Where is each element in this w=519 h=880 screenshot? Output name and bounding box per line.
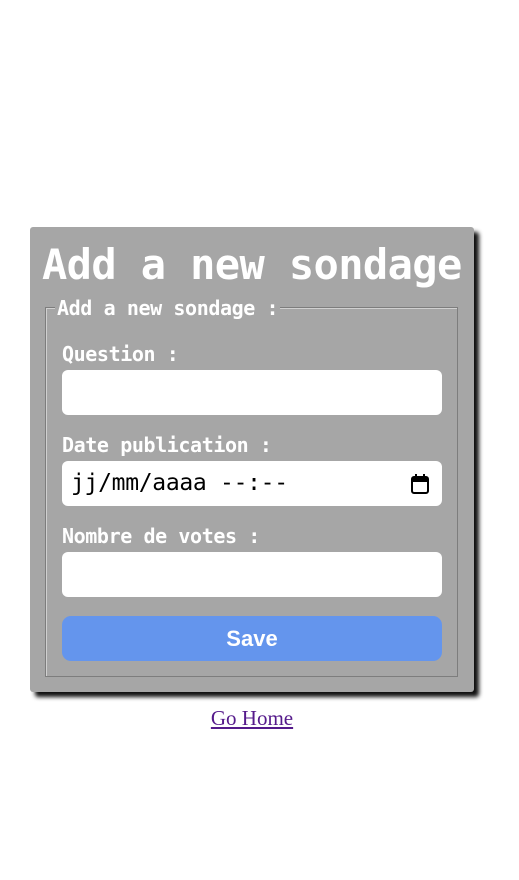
date-publication-input[interactable]: jj/mm/aaaa --:--	[62, 461, 442, 506]
save-button[interactable]: Save	[62, 616, 442, 661]
go-home-container: Go Home	[0, 705, 504, 731]
nombre-de-votes-label: Nombre de votes :	[62, 524, 260, 548]
calendar-icon[interactable]	[411, 474, 429, 494]
fieldset-legend: Add a new sondage :	[55, 295, 281, 321]
question-input[interactable]	[62, 370, 442, 415]
nombre-de-votes-input[interactable]	[62, 552, 442, 597]
date-publication-label: Date publication :	[62, 433, 272, 457]
date-publication-placeholder: jj/mm/aaaa --:--	[71, 470, 288, 496]
sondage-form-card: Add a new sondage Add a new sondage : Qu…	[30, 227, 474, 692]
question-label: Question :	[62, 342, 179, 366]
page-title: Add a new sondage	[42, 240, 462, 289]
go-home-link[interactable]: Go Home	[211, 706, 293, 730]
